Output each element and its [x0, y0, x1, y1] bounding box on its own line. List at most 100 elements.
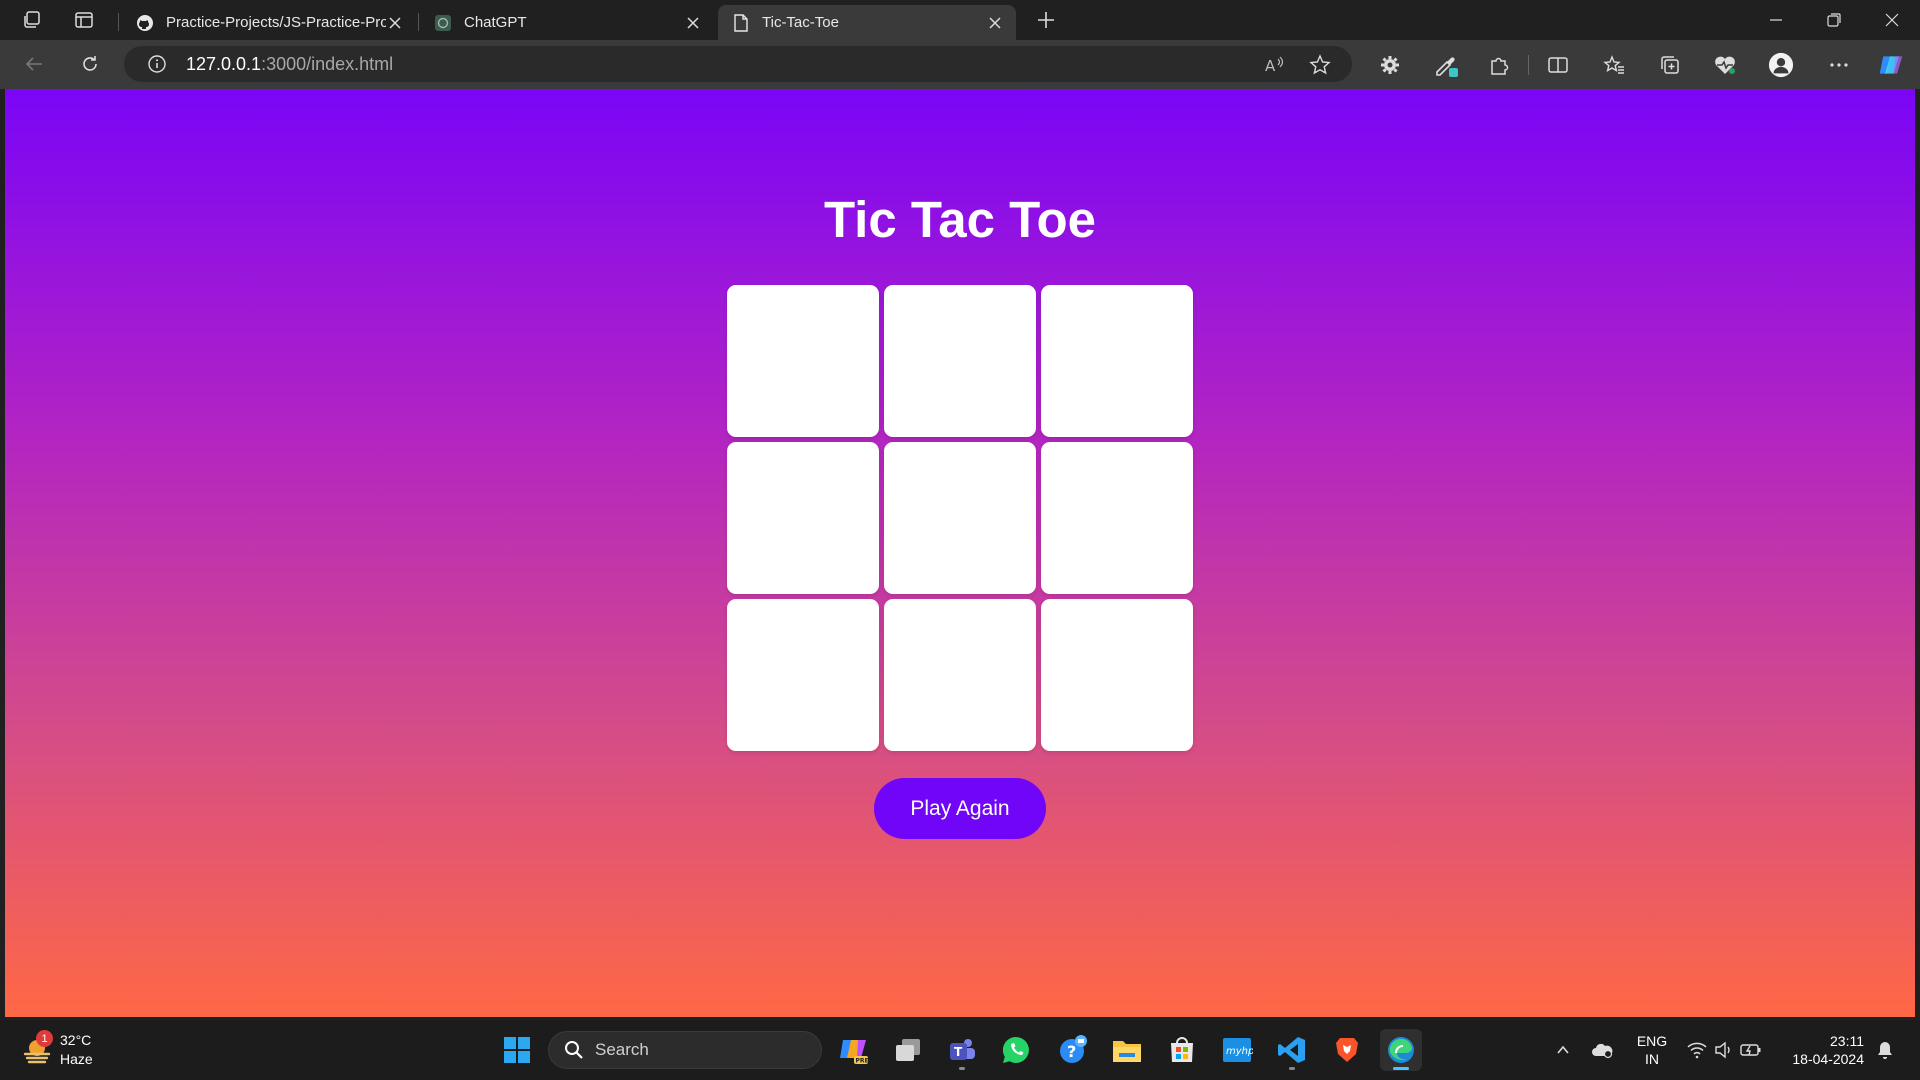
- tab-chatgpt[interactable]: ChatGPT: [420, 5, 714, 40]
- vertical-tabs-button[interactable]: [68, 6, 100, 34]
- back-arrow-icon: [25, 57, 42, 71]
- tab-strip: Practice-Projects/JS-Practice-Projects C…: [0, 0, 1920, 40]
- url-path: :3000/index.html: [261, 53, 394, 74]
- myhp-icon[interactable]: myhp: [1216, 1029, 1258, 1071]
- weather-widget[interactable]: 1 32°C Haze: [20, 1028, 110, 1072]
- favorites-icon[interactable]: [1601, 52, 1627, 78]
- windows-logo-icon: [504, 1037, 530, 1063]
- tab-title: Tic-Tac-Toe: [762, 14, 839, 31]
- browser-essentials-icon[interactable]: [1712, 52, 1738, 78]
- taskbar-search[interactable]: Search: [548, 1031, 822, 1069]
- restore-icon: [1827, 13, 1841, 27]
- github-icon: [136, 14, 154, 32]
- volume-icon[interactable]: [1713, 1039, 1735, 1061]
- toolbar-divider: [1528, 55, 1529, 75]
- search-label: Search: [595, 1040, 649, 1059]
- task-view-icon[interactable]: [887, 1029, 929, 1071]
- system-clock[interactable]: 23:11 18-04-2024: [1782, 1032, 1864, 1068]
- new-tab-button[interactable]: [1030, 6, 1062, 34]
- tab-divider: [418, 13, 419, 31]
- close-tab-icon[interactable]: [684, 14, 702, 32]
- svg-text:T: T: [954, 1045, 963, 1059]
- search-icon: [563, 1039, 585, 1061]
- vscode-icon[interactable]: [1271, 1029, 1313, 1071]
- active-app-indicator: [1393, 1067, 1409, 1070]
- haze-weather-icon: 1: [20, 1030, 54, 1067]
- board-cell-9[interactable]: [1041, 599, 1193, 751]
- plus-icon: [1038, 12, 1054, 28]
- page-icon: [732, 13, 750, 32]
- copilot-icon[interactable]: [1878, 52, 1904, 78]
- minimize-icon: [1770, 19, 1782, 21]
- board-cell-1[interactable]: [727, 285, 879, 437]
- collections-icon[interactable]: [1657, 52, 1683, 78]
- address-bar[interactable]: 127.0.0.1:3000/index.html A: [124, 46, 1352, 82]
- tab-tic-tac-toe[interactable]: Tic-Tac-Toe: [718, 5, 1016, 40]
- svg-text:?: ?: [1067, 1042, 1076, 1061]
- board-cell-5[interactable]: [884, 442, 1036, 594]
- whatsapp-icon[interactable]: [995, 1029, 1037, 1071]
- refresh-button[interactable]: [72, 48, 108, 80]
- windows-taskbar: 1 32°C Haze Search PRE T ? myhp ENG IN 2…: [0, 1020, 1920, 1080]
- brave-icon[interactable]: [1326, 1029, 1368, 1071]
- game-board: [727, 285, 1195, 753]
- split-screen-icon[interactable]: [1545, 52, 1571, 78]
- teams-icon[interactable]: T: [941, 1029, 983, 1071]
- tab-divider: [118, 13, 119, 31]
- app-running-dot: [1289, 1067, 1295, 1070]
- board-cell-2[interactable]: [884, 285, 1036, 437]
- read-aloud-icon[interactable]: A: [1262, 53, 1286, 77]
- clock-date: 18-04-2024: [1792, 1051, 1864, 1067]
- profile-avatar[interactable]: [1768, 52, 1794, 78]
- tab-github[interactable]: Practice-Projects/JS-Practice-Projects: [122, 5, 416, 40]
- chatgpt-icon: [434, 14, 452, 32]
- edge-icon[interactable]: [1380, 1029, 1422, 1071]
- svg-text:PRE: PRE: [856, 1058, 869, 1065]
- notification-bell-icon[interactable]: [1874, 1039, 1896, 1061]
- app-running-dot: [959, 1067, 965, 1070]
- more-options-icon[interactable]: [1826, 52, 1852, 78]
- close-icon: [1885, 13, 1899, 27]
- clock-time: 23:11: [1830, 1033, 1864, 1049]
- close-tab-icon[interactable]: [986, 14, 1004, 32]
- site-info-icon[interactable]: [146, 53, 168, 75]
- back-button[interactable]: [16, 48, 52, 80]
- page-title: Tic Tac Toe: [823, 191, 1097, 248]
- url-text: 127.0.0.1:3000/index.html: [186, 54, 393, 75]
- favorite-star-icon[interactable]: [1308, 53, 1332, 77]
- notification-badge: 1: [36, 1030, 53, 1047]
- board-cell-8[interactable]: [884, 599, 1036, 751]
- weather-condition: Haze: [60, 1051, 93, 1067]
- language-indicator[interactable]: ENG IN: [1634, 1032, 1670, 1068]
- extensions-puzzle-icon[interactable]: [1486, 52, 1512, 78]
- language-code: ENG: [1636, 1033, 1668, 1049]
- close-window-button[interactable]: [1864, 0, 1920, 40]
- tab-actions-icon: [75, 12, 93, 28]
- refresh-icon: [83, 56, 97, 71]
- show-hidden-icons-chevron-icon[interactable]: [1552, 1039, 1574, 1061]
- play-again-button[interactable]: Play Again: [874, 778, 1046, 839]
- browser-toolbar: 127.0.0.1:3000/index.html A: [0, 40, 1920, 89]
- workspaces-button[interactable]: [16, 6, 48, 34]
- microsoft-store-icon[interactable]: [1161, 1029, 1203, 1071]
- onedrive-cloud-icon[interactable]: [1591, 1039, 1613, 1061]
- battery-icon[interactable]: [1740, 1039, 1762, 1061]
- svg-text:myhp: myhp: [1226, 1046, 1253, 1057]
- board-cell-4[interactable]: [727, 442, 879, 594]
- wifi-icon[interactable]: [1686, 1039, 1708, 1061]
- board-cell-6[interactable]: [1041, 442, 1193, 594]
- messenger-icon[interactable]: ?: [1051, 1029, 1093, 1071]
- workspaces-icon: [24, 11, 40, 28]
- restore-button[interactable]: [1806, 0, 1862, 40]
- start-button[interactable]: [496, 1029, 538, 1071]
- eyedropper-extension-icon[interactable]: [1433, 52, 1459, 78]
- board-cell-3[interactable]: [1041, 285, 1193, 437]
- url-host: 127.0.0.1: [186, 53, 262, 74]
- close-tab-icon[interactable]: [386, 14, 404, 32]
- board-cell-7[interactable]: [727, 599, 879, 751]
- page-viewport: Tic Tac Toe Play Again: [5, 89, 1915, 1017]
- file-explorer-icon[interactable]: [1106, 1029, 1148, 1071]
- copilot-pre-icon[interactable]: PRE: [833, 1029, 875, 1071]
- extension-gear-icon[interactable]: [1377, 52, 1403, 78]
- minimize-button[interactable]: [1748, 0, 1804, 40]
